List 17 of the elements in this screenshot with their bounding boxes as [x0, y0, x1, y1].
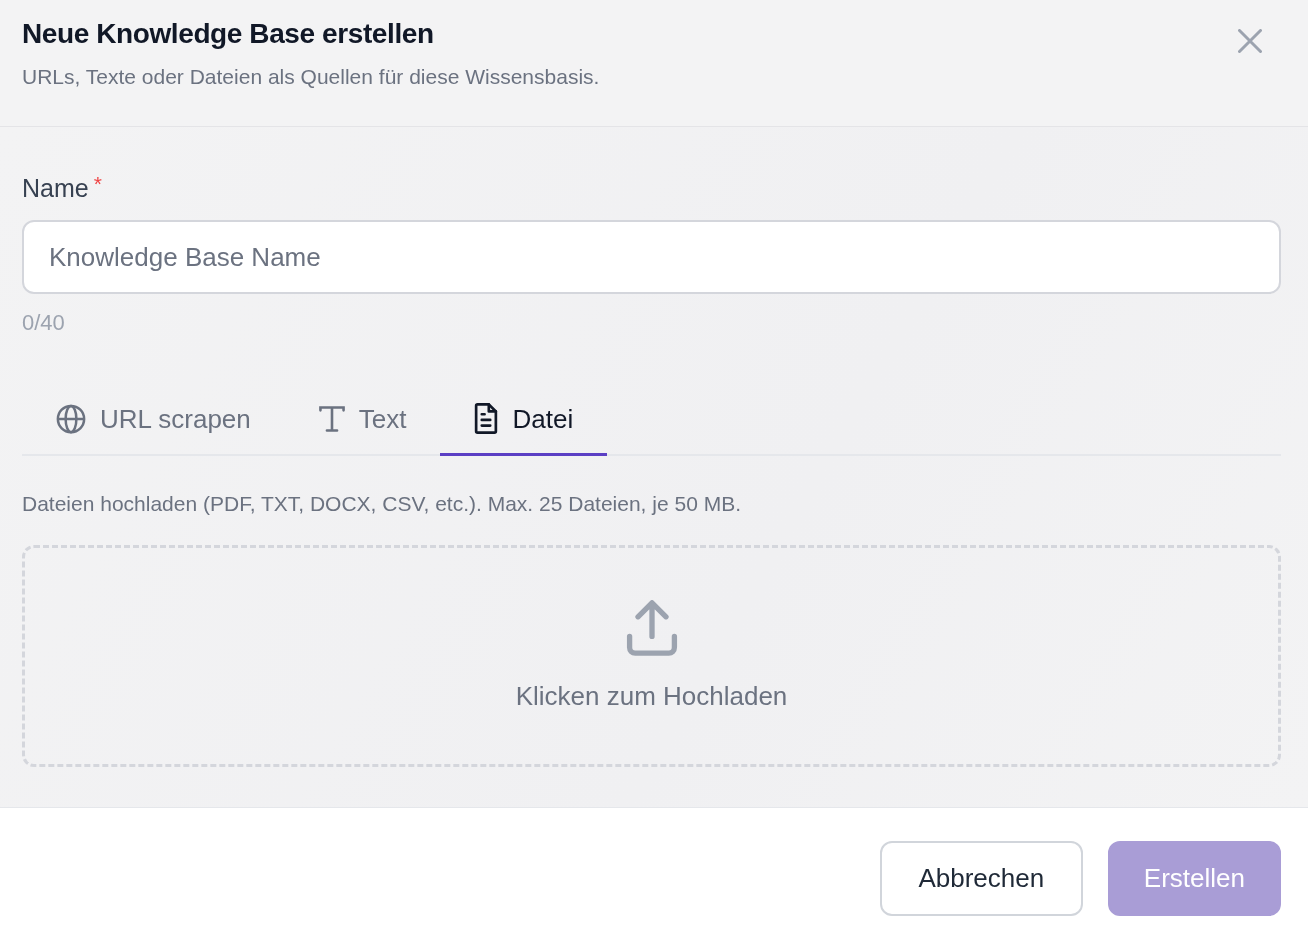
upload-icon: [624, 600, 679, 656]
upload-dropzone[interactable]: Klicken zum Hochladen: [22, 545, 1281, 767]
source-tab[interactable]: Datei: [440, 384, 608, 456]
field-label: Name: [22, 173, 89, 203]
character-counter: 0/40: [22, 310, 66, 336]
globe-icon: [56, 403, 86, 434]
source-tab[interactable]: URL scrapen: [22, 384, 285, 456]
name-input[interactable]: Knowledge Base Name: [22, 220, 1281, 294]
required-mark: *: [93, 173, 102, 194]
dialog-title: Neue Knowledge Base erstellen: [22, 17, 434, 51]
dialog-subtitle: URLs, Texte oder Dateien als Quellen für diese Wissensbasis.: [22, 64, 600, 90]
document-icon: [474, 403, 499, 434]
cancel-button[interactable]: Abbrechen: [879, 841, 1083, 916]
upload-description: Dateien hochladen (PDF, TXT, DOCX, CSV, etc.). Max. 25 Dateien, je 50 MB.: [22, 491, 742, 517]
source-tab[interactable]: Text: [284, 384, 441, 456]
text-type-icon: [318, 405, 345, 432]
close-icon: [1238, 29, 1262, 53]
